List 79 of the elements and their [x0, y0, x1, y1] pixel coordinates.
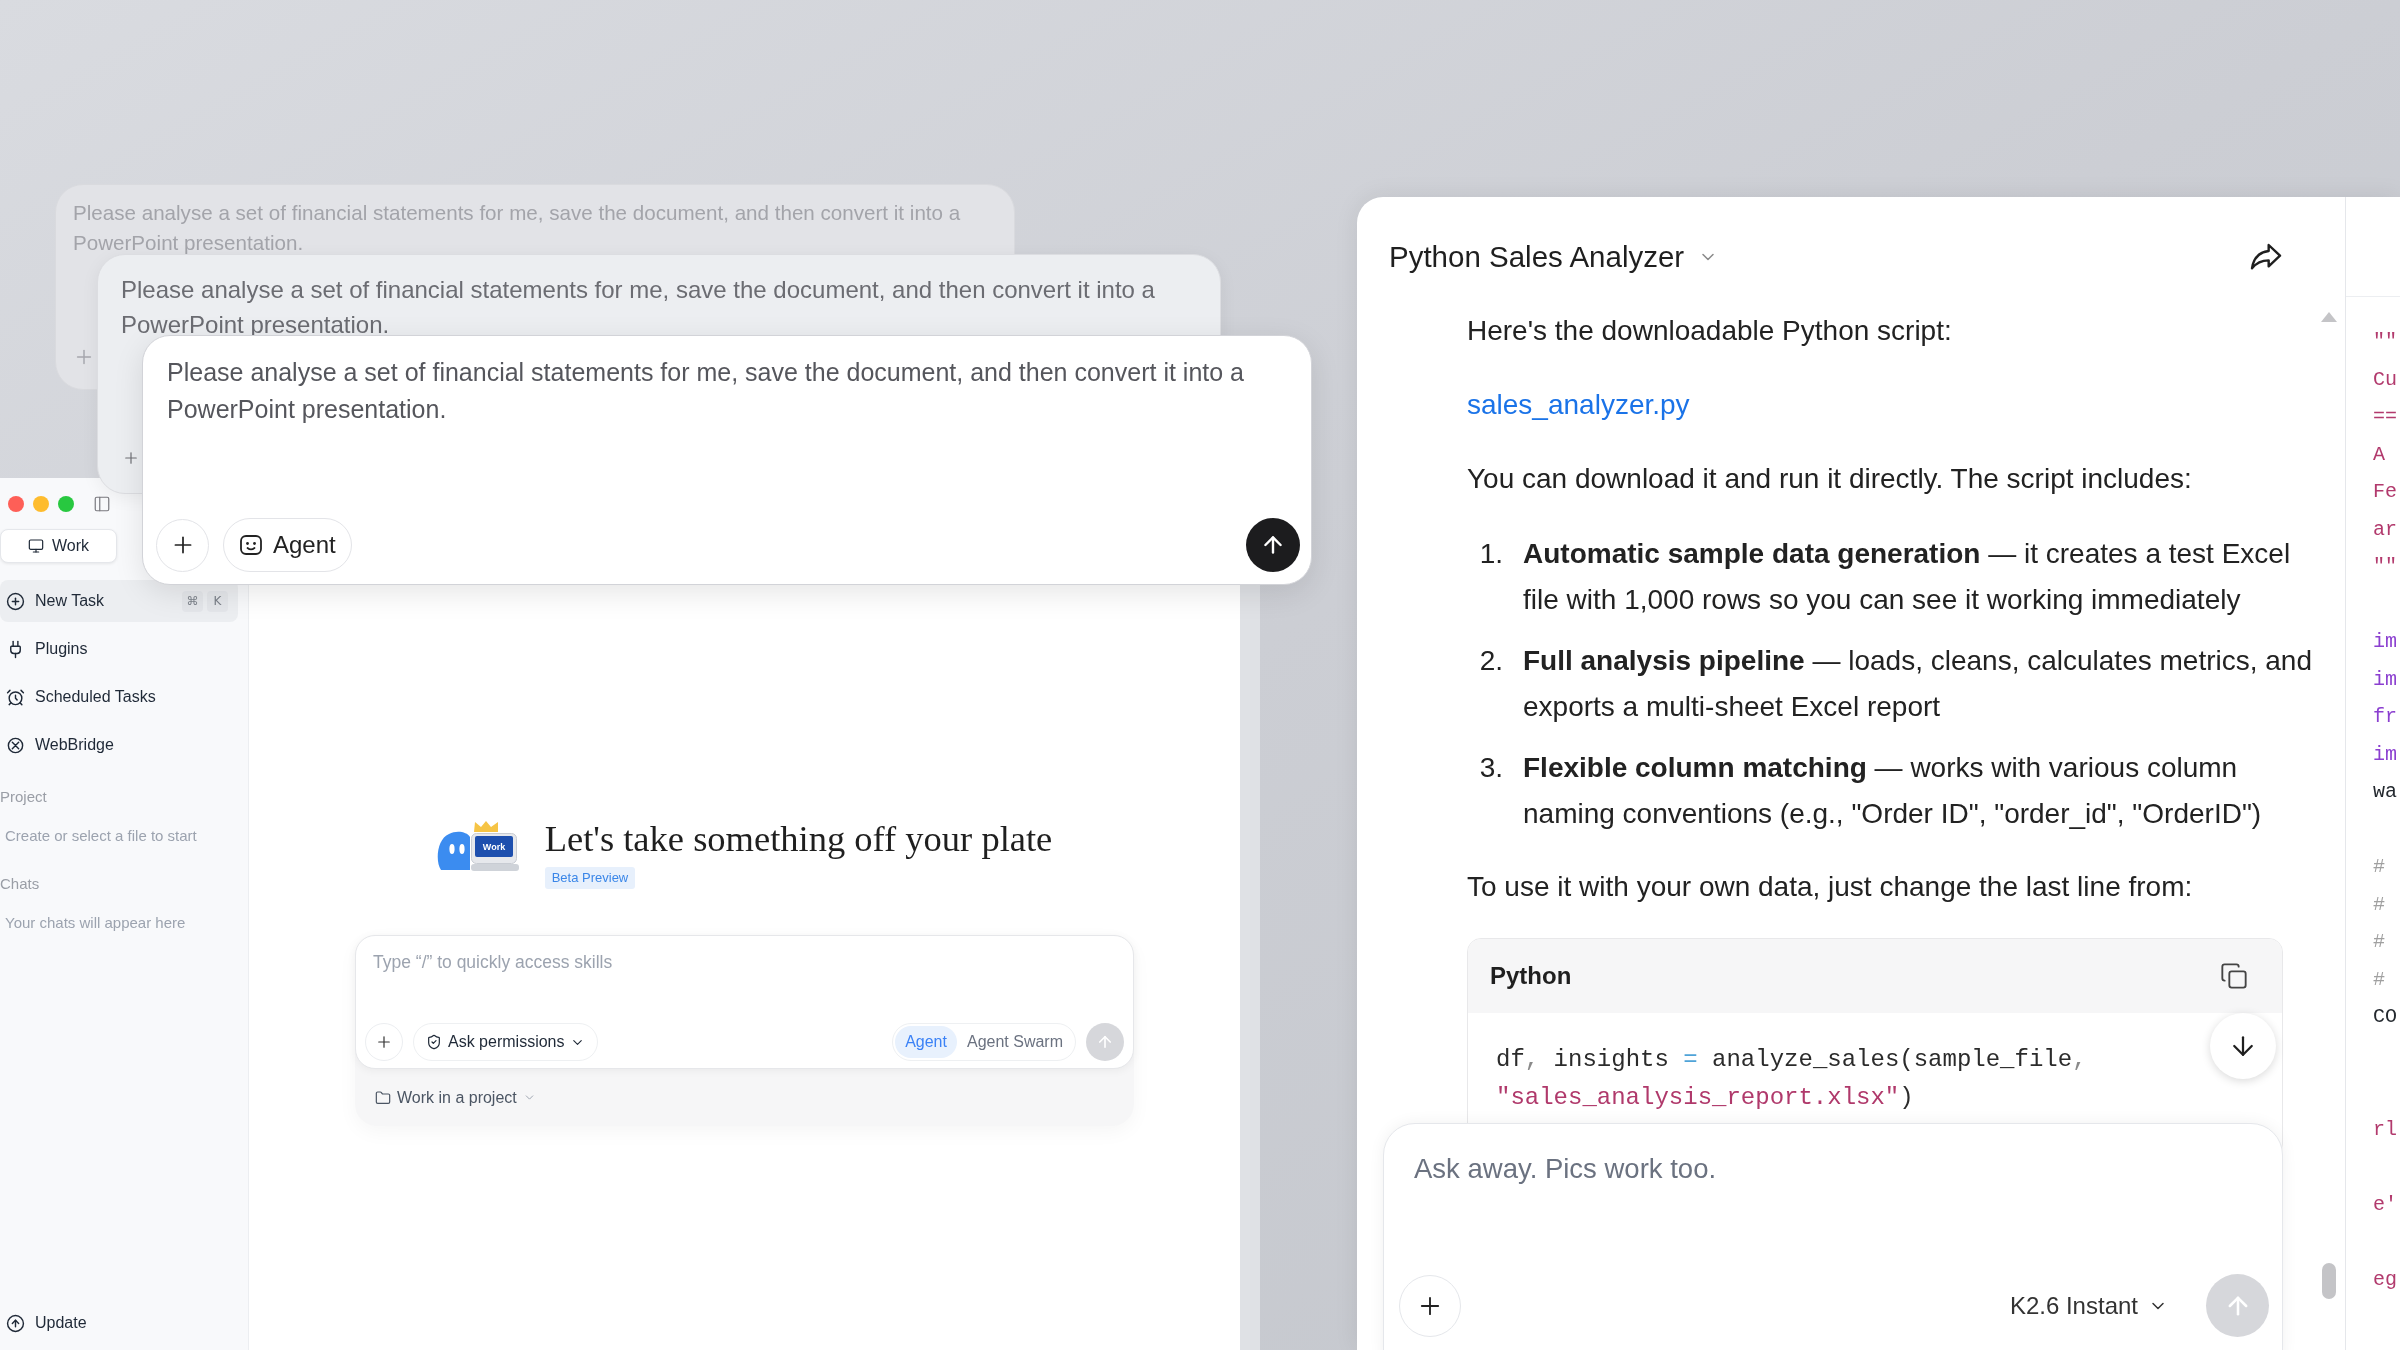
plus-icon	[375, 1033, 393, 1051]
code-line: A	[2373, 441, 2385, 468]
shortcut-key: K	[207, 590, 228, 612]
prompt-input[interactable]: Please analyse a set of financial statements for me, save the document, and then convert it into a PowerPoint presentation.	[121, 272, 1210, 335]
beta-badge: Beta Preview	[544, 867, 636, 889]
code-line: CO	[2373, 1004, 2397, 1030]
robot-face-icon	[239, 534, 263, 556]
sidebar-toggle-icon[interactable]	[93, 495, 111, 513]
code-line: ==	[2373, 404, 2397, 430]
code-line: df, insights = analyze_sales(sample_file,	[1496, 1045, 2087, 1075]
code-line: im	[2373, 741, 2397, 768]
list-item-text: Automatic sample data generation — it creates a test Excel file with 1,000 rows so you can see it working immediately	[1523, 537, 2292, 617]
code-line: im	[2373, 629, 2397, 655]
message-text: To use it with your own data, just change the last line from:	[1467, 870, 2193, 904]
code-line: fr	[2373, 704, 2397, 730]
conversation-title[interactable]: Python Sales Analyzer	[1389, 237, 1719, 277]
code-line: wa	[2373, 779, 2397, 805]
list-item-text: Flexible column matching — works with various column naming conventions (e.g., "Order ID", "order_id", "OrderID")	[1523, 751, 2263, 831]
prompt-input[interactable]: Type “/” to quickly access skills	[373, 949, 1116, 975]
scroll-down-button[interactable]	[2210, 1013, 2276, 1079]
computer-drawing	[470, 833, 519, 871]
message-text: You can download it and run it directly. The script includes:	[1467, 462, 2192, 496]
code-line: Fe	[2373, 479, 2397, 505]
close-window-icon[interactable]	[8, 496, 24, 512]
file-link[interactable]: sales_analyzer.py	[1467, 389, 1690, 420]
sidebar-item[interactable]: New Task ⌘ K	[0, 580, 238, 622]
workspace-tab[interactable]: Work	[0, 529, 117, 563]
mode-tab[interactable]: Agent Swarm	[956, 1026, 1073, 1058]
code-line: ar	[2373, 516, 2397, 543]
project-button[interactable]: Work in a project	[355, 1069, 536, 1126]
list-number: 3.	[1478, 751, 1503, 785]
update-button[interactable]: Update	[0, 1302, 248, 1344]
scrollbar-thumb[interactable]	[2322, 1263, 2336, 1299]
code-line: rl	[2373, 1116, 2397, 1143]
shortcut-key: ⌘	[182, 590, 203, 612]
code-line: im	[2373, 666, 2397, 693]
plus-icon	[122, 449, 140, 467]
prompt-input[interactable]: Please analyse a set of financial statements for me, save the document, and then convert it into a PowerPoint presentation.	[167, 354, 1301, 428]
message-input[interactable]: Ask away. Pics work too.	[1399, 1151, 2267, 1187]
copy-icon[interactable]	[2220, 962, 2248, 990]
arrow-up-circle-icon	[6, 1313, 25, 1333]
code-line: "sales_analysis_report.xlsx")	[1496, 1083, 1914, 1113]
scroll-up-icon[interactable]	[2321, 312, 2337, 322]
folder-icon	[375, 1089, 391, 1106]
code-line: #	[2373, 891, 2385, 918]
sidebar-item[interactable]: Scheduled Tasks	[0, 676, 238, 718]
share-icon[interactable]	[2250, 242, 2282, 272]
crown-icon	[473, 821, 498, 832]
shield-check-icon	[426, 1034, 442, 1050]
sidebar-item[interactable]: WebBridge	[0, 724, 238, 766]
code-line: #	[2373, 966, 2385, 993]
code-line: #	[2373, 854, 2385, 880]
code-line: Cu	[2373, 366, 2397, 393]
plus-circle-icon	[6, 591, 25, 611]
list-number: 2.	[1478, 644, 1503, 678]
list-number: 1.	[1478, 537, 1503, 571]
circle-cross-icon	[6, 735, 25, 755]
send-button[interactable]	[1246, 518, 1300, 572]
empty-state-text: Your chats will appear here	[4, 913, 187, 933]
maximize-window-icon[interactable]	[58, 496, 74, 512]
code-line: e'	[2373, 1191, 2397, 1218]
code-line: #	[2373, 929, 2385, 955]
model-selector[interactable]: K2.6 Instant	[2009, 1287, 2168, 1324]
code-line: eg	[2373, 1266, 2397, 1293]
monitor-icon	[27, 538, 44, 554]
code-line: ""	[2373, 329, 2397, 355]
list-item-text: Full analysis pipeline — loads, cleans, calculates metrics, and exports a multi-sheet Excel report	[1523, 644, 2313, 724]
welcome-heading: Let's take something off your plate	[544, 819, 1053, 859]
message-text: Here's the downloadable Python script:	[1467, 314, 1952, 348]
minimize-window-icon[interactable]	[33, 496, 49, 512]
blob-character-icon	[437, 831, 470, 870]
code-line: ""	[2373, 554, 2397, 580]
alarm-clock-icon	[6, 687, 25, 707]
code-language: Python	[1490, 961, 1572, 991]
empty-state-text: Create or select a file to start	[4, 826, 198, 846]
computer-screen-text: Work	[482, 842, 505, 852]
section-heading: Project	[0, 787, 48, 807]
section-heading: Chats	[0, 874, 41, 894]
sidebar-item[interactable]: Plugins	[0, 628, 238, 670]
